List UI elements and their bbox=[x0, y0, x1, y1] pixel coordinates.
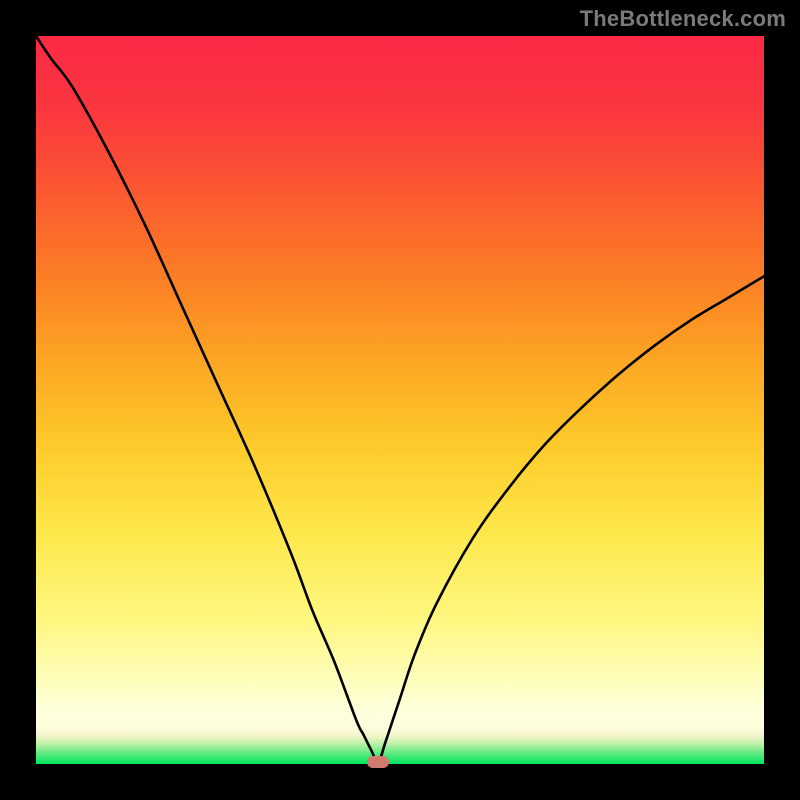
bottleneck-curve bbox=[36, 36, 764, 764]
chart-frame: TheBottleneck.com bbox=[0, 0, 800, 800]
watermark: TheBottleneck.com bbox=[580, 6, 786, 32]
plot-area bbox=[36, 36, 764, 764]
minimum-marker bbox=[367, 756, 389, 768]
curve-path bbox=[36, 36, 764, 762]
